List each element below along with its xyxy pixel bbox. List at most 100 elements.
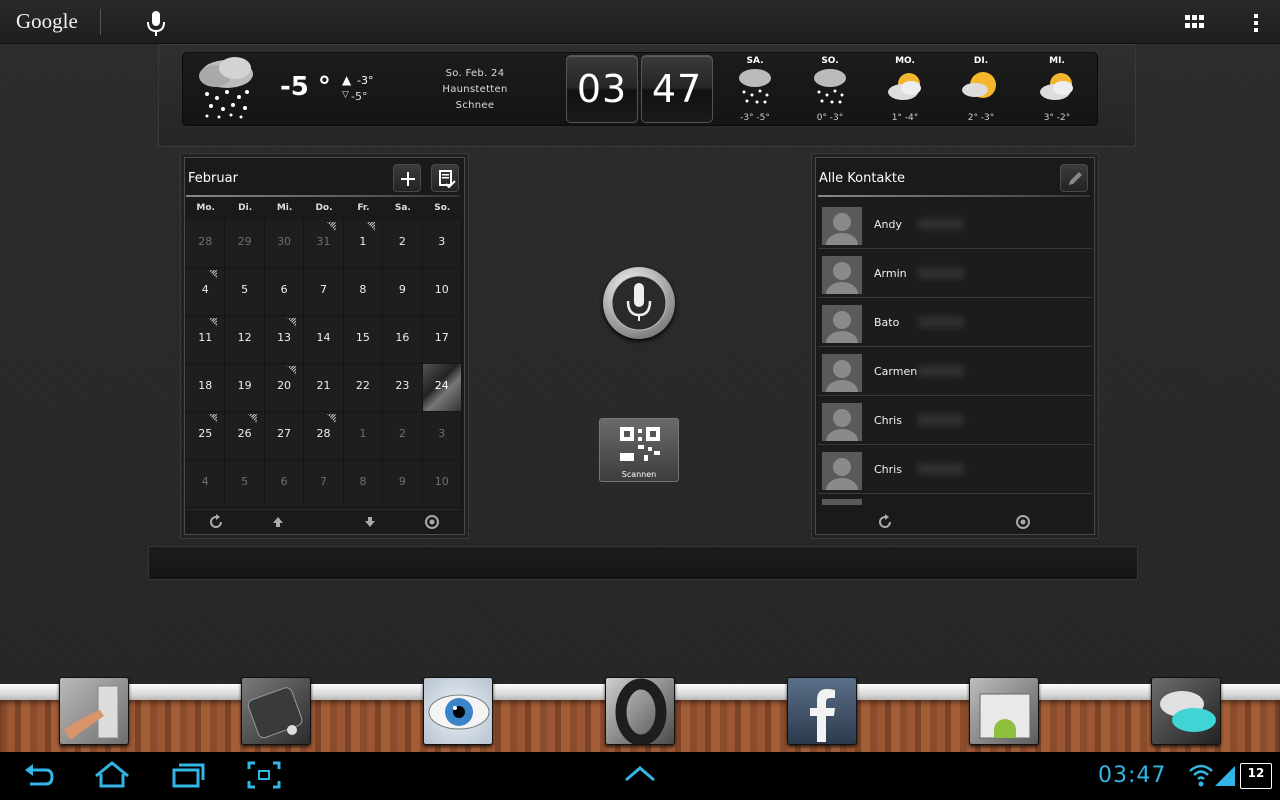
weather-date: So. Feb. 24 bbox=[445, 68, 505, 79]
edit-contacts-button[interactable] bbox=[1060, 164, 1088, 192]
calendar-day[interactable]: 7 bbox=[304, 460, 344, 508]
calendar-day[interactable]: 9 bbox=[383, 460, 423, 508]
avatar bbox=[822, 256, 862, 294]
back-icon[interactable] bbox=[22, 760, 56, 794]
calendar-day[interactable]: 30 bbox=[264, 220, 305, 268]
contact-row[interactable]: Chris bbox=[818, 446, 1092, 494]
settings-icon[interactable] bbox=[424, 514, 440, 530]
weekday-label: Mo. bbox=[196, 203, 215, 213]
google-search-logo[interactable]: Google bbox=[16, 9, 78, 34]
agenda-button[interactable] bbox=[431, 164, 459, 192]
facebook-icon[interactable] bbox=[787, 677, 857, 745]
calendar-day-today[interactable]: 24 bbox=[422, 364, 462, 412]
opera-icon[interactable] bbox=[605, 677, 675, 745]
recent-apps-icon[interactable] bbox=[170, 760, 206, 794]
arrow-down-icon[interactable] bbox=[362, 514, 378, 530]
empty-shelf bbox=[148, 546, 1138, 580]
calendar-day[interactable]: 1 bbox=[343, 220, 384, 268]
clock-minutes-text: 47 bbox=[651, 67, 703, 111]
calendar-day[interactable]: 14 bbox=[304, 316, 344, 364]
signal-icon bbox=[1213, 762, 1237, 792]
add-event-button[interactable] bbox=[393, 164, 421, 192]
system-clock[interactable]: 03:47 bbox=[1098, 763, 1166, 788]
calendar-day[interactable]: 6 bbox=[264, 268, 305, 316]
calendar-day[interactable]: 31 bbox=[304, 220, 344, 268]
high-arrow-icon: ▲ bbox=[342, 73, 352, 87]
settings-icon[interactable] bbox=[1015, 514, 1031, 530]
calendar-day[interactable]: 22 bbox=[343, 364, 384, 412]
calendar-day[interactable]: 8 bbox=[343, 460, 384, 508]
snow-icon bbox=[735, 66, 775, 106]
clock-hours-text: 03 bbox=[576, 67, 628, 111]
calendar-day[interactable]: 10 bbox=[422, 460, 462, 508]
phone-app-icon[interactable] bbox=[241, 677, 311, 745]
contacts-divider bbox=[818, 195, 1090, 197]
calendar-day[interactable]: 10 bbox=[422, 268, 462, 316]
calendar-day[interactable]: 27 bbox=[264, 412, 305, 460]
qr-code-icon bbox=[620, 427, 660, 461]
calendar-day[interactable]: 23 bbox=[383, 364, 423, 412]
calendar-day[interactable]: 15 bbox=[343, 316, 384, 364]
contact-name: Bato bbox=[874, 316, 900, 329]
calendar-day[interactable]: 28 bbox=[304, 412, 344, 460]
calendar-day[interactable]: 2 bbox=[383, 220, 423, 268]
calendar-day[interactable]: 6 bbox=[264, 460, 305, 508]
contact-row[interactable]: Carmen bbox=[818, 348, 1092, 396]
chevron-up-icon[interactable] bbox=[622, 760, 658, 794]
calendar-day[interactable]: 21 bbox=[304, 364, 344, 412]
calendar-day[interactable]: 20 bbox=[264, 364, 305, 412]
calendar-day[interactable]: 28 bbox=[186, 220, 226, 268]
calendar-footer bbox=[186, 509, 462, 535]
calendar-day[interactable]: 19 bbox=[225, 364, 265, 412]
calendar-day[interactable]: 8 bbox=[343, 268, 384, 316]
calendar-day[interactable]: 12 bbox=[225, 316, 265, 364]
calendar-day[interactable]: 25 bbox=[186, 412, 226, 460]
voice-search-icon[interactable] bbox=[145, 10, 167, 38]
calendar-day[interactable]: 2 bbox=[383, 412, 423, 460]
calendar-day[interactable]: 26 bbox=[225, 412, 265, 460]
calendar-day[interactable]: 5 bbox=[225, 460, 265, 508]
calendar-day[interactable]: 29 bbox=[225, 220, 265, 268]
current-temperature: -5 ° bbox=[280, 72, 331, 102]
redacted-surname bbox=[918, 414, 964, 426]
contact-row[interactable]: Armin bbox=[818, 250, 1092, 298]
clock-hours[interactable]: 03 bbox=[566, 55, 638, 123]
forecast-day: SO. bbox=[821, 56, 839, 66]
calendar-day[interactable]: 4 bbox=[186, 460, 226, 508]
refresh-icon[interactable] bbox=[208, 514, 224, 530]
calendar-day[interactable]: 3 bbox=[422, 220, 462, 268]
calendar-day[interactable]: 7 bbox=[304, 268, 344, 316]
calendar-day[interactable]: 17 bbox=[422, 316, 462, 364]
wifi-icon bbox=[1188, 762, 1214, 792]
arrow-up-icon[interactable] bbox=[270, 514, 286, 530]
calendar-day[interactable]: 3 bbox=[422, 412, 462, 460]
screenshot-icon[interactable] bbox=[246, 760, 282, 794]
overflow-menu-icon[interactable] bbox=[1248, 12, 1264, 34]
contact-row[interactable]: Bato bbox=[818, 299, 1092, 347]
refresh-icon[interactable] bbox=[877, 514, 893, 530]
contact-name: Chris bbox=[874, 463, 902, 476]
calendar-day[interactable]: 9 bbox=[383, 268, 423, 316]
contact-name: Armin bbox=[874, 267, 907, 280]
market-icon[interactable] bbox=[969, 677, 1039, 745]
low-temperature: -5° bbox=[351, 90, 368, 103]
weather-condition: Schnee bbox=[455, 100, 495, 111]
home-icon[interactable] bbox=[92, 760, 132, 794]
clock-minutes[interactable]: 47 bbox=[641, 55, 713, 123]
all-apps-icon[interactable] bbox=[1184, 14, 1206, 32]
contact-row[interactable]: Chris bbox=[818, 397, 1092, 445]
calendar-day[interactable]: 13 bbox=[264, 316, 305, 364]
calendar-day[interactable]: 5 bbox=[225, 268, 265, 316]
calendar-day[interactable]: 18 bbox=[186, 364, 226, 412]
voice-search-widget[interactable] bbox=[603, 267, 675, 339]
calendar-day[interactable]: 4 bbox=[186, 268, 226, 316]
messaging-icon[interactable] bbox=[1151, 677, 1221, 745]
eye-app-icon[interactable] bbox=[423, 677, 493, 745]
battery-level: 12 bbox=[1247, 766, 1265, 780]
calendar-day[interactable]: 1 bbox=[343, 412, 384, 460]
calendar-day[interactable]: 16 bbox=[383, 316, 423, 364]
calendar-day[interactable]: 11 bbox=[186, 316, 226, 364]
calendar-grid: Mo. Di. Mi. Do. Fr. Sa. So. 28 29 30 31 1 2 3 4… bbox=[186, 200, 462, 508]
door-app-icon[interactable] bbox=[59, 677, 129, 745]
contact-row[interactable]: Andy bbox=[818, 201, 1092, 249]
